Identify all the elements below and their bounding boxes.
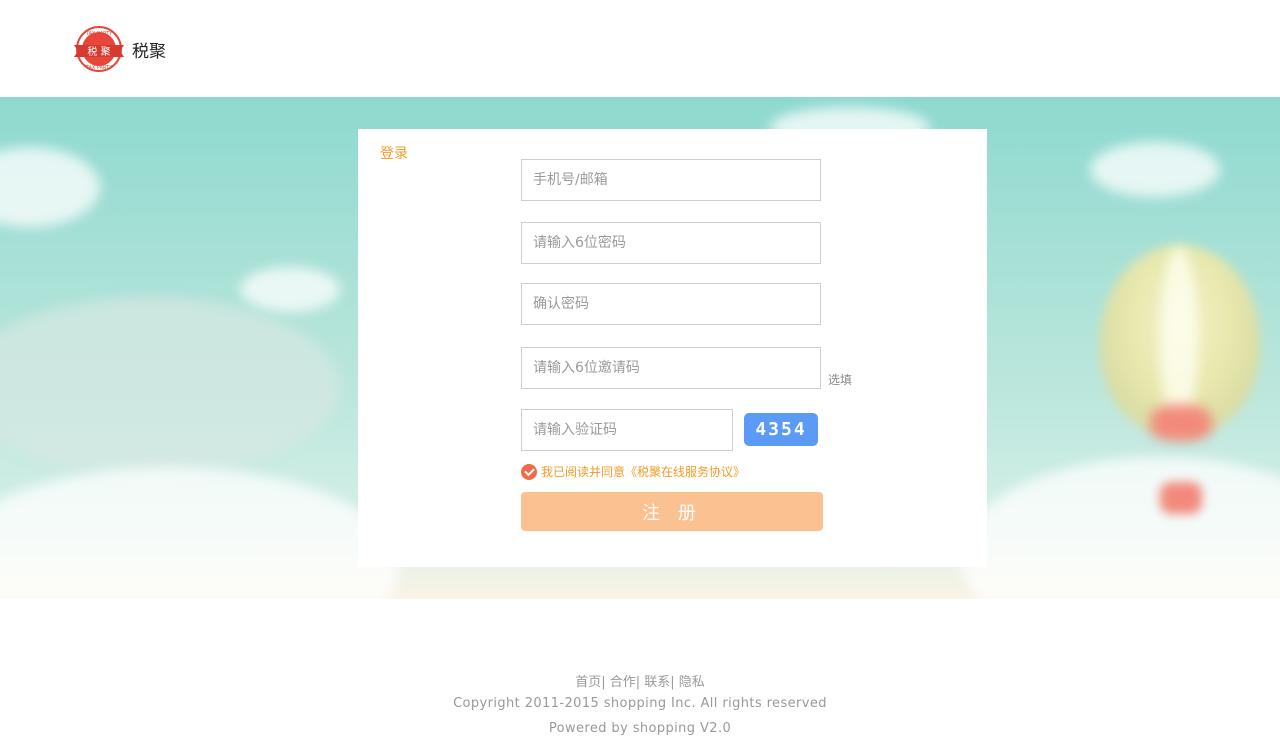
invite-code-input[interactable] [521, 347, 821, 389]
footer-link-contact[interactable]: 联系 [644, 675, 670, 690]
logo-text: 税聚 [132, 41, 166, 62]
svg-text:TAX PARTY: TAX PARTY [85, 65, 113, 71]
register-panel: 登录 选填 4354 我已阅读并同意《税聚在线服务协议》 注 册 [358, 129, 987, 567]
site-header: 税 聚 TAX PARTY TAX PARTY 税聚 [0, 0, 1280, 97]
cloud-decoration [960, 457, 1280, 599]
logo-seal-icon: 税 聚 TAX PARTY TAX PARTY [72, 25, 126, 73]
logo[interactable]: 税 聚 TAX PARTY TAX PARTY 税聚 [72, 25, 166, 73]
cloud-decoration [1090, 142, 1220, 197]
cloud-decoration [0, 297, 340, 477]
captcha-image[interactable]: 4354 [744, 413, 818, 446]
optional-label: 选填 [828, 373, 853, 387]
password-input[interactable] [521, 222, 821, 264]
balloon-basket [1150, 405, 1212, 441]
register-button[interactable]: 注 册 [521, 492, 823, 531]
cloud-decoration [0, 467, 400, 599]
confirm-password-input[interactable] [521, 283, 821, 325]
footer-links: 首页| 合作| 联系| 隐私 [0, 671, 1280, 690]
verify-code-input[interactable] [521, 409, 733, 451]
account-input[interactable] [521, 159, 821, 201]
powered-by-text: Powered by shopping V2.0 [548, 721, 732, 736]
footer-link-privacy[interactable]: 隐私 [679, 675, 705, 690]
balloon-basket [1160, 482, 1202, 514]
separator: | [601, 675, 610, 690]
agreement-row[interactable]: 我已阅读并同意《税聚在线服务协议》 [521, 463, 745, 480]
separator: | [635, 675, 645, 690]
cloud-decoration [240, 267, 340, 312]
separator: | [670, 675, 679, 690]
agreement-link[interactable]: 我已阅读并同意《税聚在线服务协议》 [541, 463, 745, 480]
copyright-text: Copyright 2011-2015 shopping Inc. All ri… [453, 696, 827, 711]
footer-link-home[interactable]: 首页 [575, 675, 601, 690]
svg-text:TAX PARTY: TAX PARTY [85, 31, 113, 37]
login-link[interactable]: 登录 [380, 143, 408, 163]
svg-text:税 聚: 税 聚 [87, 45, 110, 58]
checkmark-icon[interactable] [521, 463, 537, 480]
cloud-decoration [0, 147, 100, 227]
site-footer: 首页| 合作| 联系| 隐私 Copyright 2011-2015 shopp… [0, 599, 1280, 750]
footer-link-cooperation[interactable]: 合作 [610, 675, 636, 690]
